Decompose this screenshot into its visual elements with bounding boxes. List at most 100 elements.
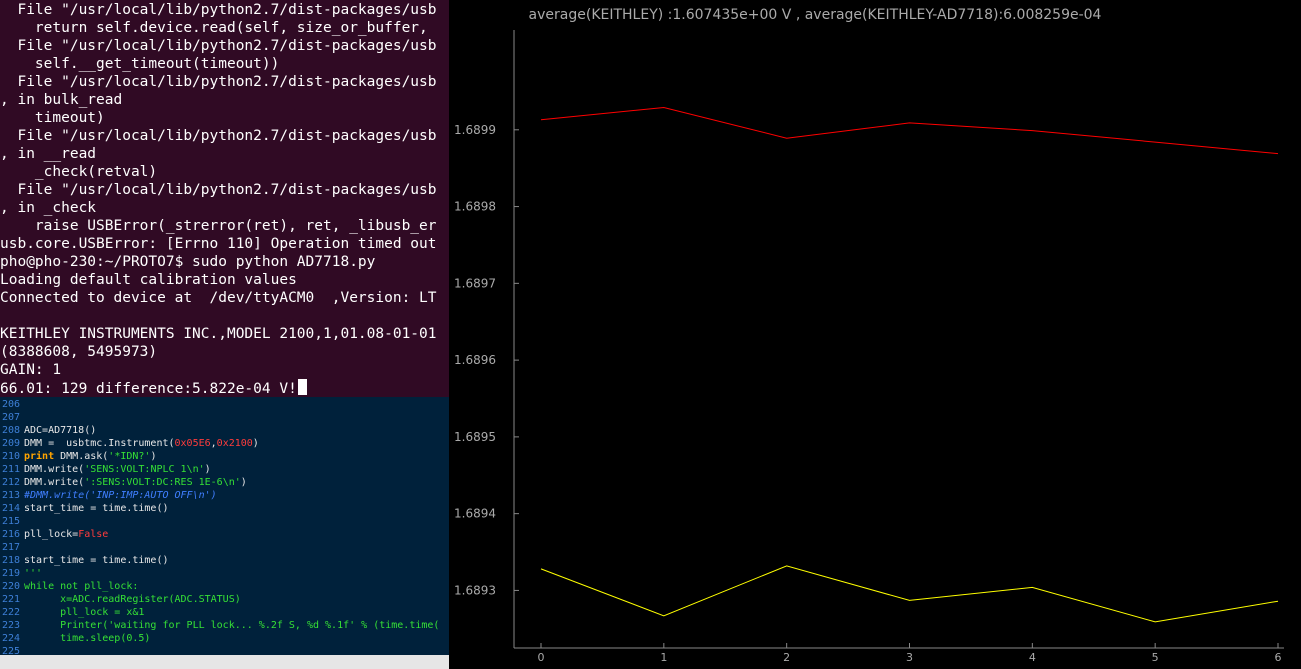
code-token: DMM = usbtmc.Instrument(: [24, 438, 175, 449]
x-tick-label: 3: [906, 651, 913, 664]
code-line: 207: [0, 411, 24, 424]
terminal-line: usb.core.USBError: [Errno 110] Operation…: [0, 236, 437, 252]
code-token: 0x2100: [216, 438, 253, 449]
terminal-line: , in __read: [0, 146, 97, 162]
line-number: 215: [1, 516, 20, 527]
series-line-1: [540, 106, 1279, 155]
line-number: 217: [1, 542, 20, 553]
code-token: ADC=AD7718(): [24, 425, 97, 436]
terminal-line: return self.device.read(self, size_or_bu…: [0, 20, 437, 36]
line-number: 214: [1, 503, 20, 514]
code-token: ): [204, 464, 211, 475]
code-text: x=ADC.readRegister(ADC.STATUS): [24, 594, 241, 605]
terminal-line: _check(retval): [0, 164, 158, 180]
code-line: 218 start_time = time.time(): [0, 554, 169, 567]
code-token: DMM.write(: [24, 464, 85, 475]
terminal-line: , in bulk_read: [0, 92, 123, 108]
terminal-window[interactable]: File "/usr/local/lib/python2.7/dist-pack…: [0, 0, 449, 397]
line-number: 224: [1, 633, 20, 644]
code-text: print DMM.ask('*IDN?'): [24, 451, 156, 462]
y-tick-label: 1.6896: [454, 353, 496, 367]
terminal-line: (8388608, 5495973): [0, 344, 158, 360]
code-text: #DMM.write('INP:IMP:AUTO OFF\n'): [24, 490, 217, 501]
code-line: 223 Printer('waiting for PLL lock... %.2…: [0, 619, 439, 632]
code-token: #DMM.write('INP:IMP:AUTO OFF\n'): [24, 490, 217, 501]
y-tick-label: 1.6895: [454, 430, 496, 444]
code-line: 216 pll_lock=False: [0, 528, 108, 541]
x-tick-label: 2: [783, 651, 790, 664]
code-text: DMM.write(':SENS:VOLT:DC:RES 1E-6\n'): [24, 477, 247, 488]
code-token: ':SENS:VOLT:DC:RES 1E-6\n': [84, 477, 241, 488]
code-line: 212 DMM.write(':SENS:VOLT:DC:RES 1E-6\n'): [0, 476, 247, 489]
y-tick-label: 1.6894: [454, 507, 496, 521]
code-text: pll_lock=False: [24, 529, 108, 540]
line-number: 213: [1, 490, 20, 501]
terminal-line: self.__get_timeout(timeout)): [0, 56, 280, 72]
line-number: 209: [1, 438, 20, 449]
code-text: ''': [24, 568, 42, 579]
y-tick-label: 1.6893: [454, 583, 496, 597]
terminal-line: raise USBError(_strerror(ret), ret, _lib…: [0, 218, 437, 234]
terminal-line: pho@pho-230:~/PROTO7$ sudo python AD7718…: [0, 254, 376, 270]
terminal-line: timeout): [0, 110, 105, 126]
y-tick-label: 1.6897: [454, 276, 496, 290]
code-token: pll_lock = x&1: [24, 607, 145, 618]
y-tick-label: 1.6899: [454, 123, 496, 137]
editor-status-strip: [0, 655, 449, 669]
code-text: time.sleep(0.5): [24, 633, 150, 644]
line-number: 211: [1, 464, 20, 475]
line-chart: average(KEITHLEY) :1.607435e+00 V , aver…: [454, 7, 1284, 664]
code-line: 219 ''': [0, 567, 42, 580]
code-token: pll_lock=: [24, 529, 79, 540]
code-token: ): [252, 438, 259, 449]
terminal-line: GAIN: 1: [0, 362, 62, 378]
chart-title: average(KEITHLEY) :1.607435e+00 V , aver…: [529, 7, 1102, 23]
code-text: while not pll_lock:: [24, 581, 138, 592]
terminal-line: KEITHLEY INSTRUMENTS INC.,MODEL 2100,1,0…: [0, 326, 437, 342]
code-text: start_time = time.time(): [24, 503, 169, 514]
terminal-line: File "/usr/local/lib/python2.7/dist-pack…: [0, 38, 437, 54]
line-number: 206: [1, 399, 20, 410]
plot-window[interactable]: average(KEITHLEY) :1.607435e+00 V , aver…: [449, 0, 1301, 669]
code-token: start_time = time.time(): [24, 555, 169, 566]
line-number: 218: [1, 555, 20, 566]
line-number: 221: [1, 594, 20, 605]
line-number: 212: [1, 477, 20, 488]
code-token: ''': [24, 568, 43, 579]
code-token: while not pll_lock:: [24, 581, 139, 592]
code-token: ): [150, 451, 157, 462]
code-line: 210 print DMM.ask('*IDN?'): [0, 450, 157, 463]
y-tick-label: 1.6898: [454, 200, 496, 214]
line-number: 222: [1, 607, 20, 618]
line-number: 210: [1, 451, 20, 462]
code-text: Printer('waiting for PLL lock... %.2f S,…: [24, 620, 439, 631]
code-line: 213 #DMM.write('INP:IMP:AUTO OFF\n'): [0, 489, 217, 502]
code-line: 224 time.sleep(0.5): [0, 632, 151, 645]
code-line: 208 ADC=AD7718(): [0, 424, 96, 437]
code-editor-pane[interactable]: 206 207 208 ADC=AD7718() 209 DMM = usbtmc.Ins…: [0, 397, 449, 669]
code-text: DMM.write('SENS:VOLT:NPLC 1\n'): [24, 464, 211, 475]
code-token: 0x05E6: [174, 438, 211, 449]
code-line: 209 DMM = usbtmc.Instrument(0x05E6,0x2100…: [0, 437, 259, 450]
terminal-line: File "/usr/local/lib/python2.7/dist-pack…: [0, 182, 437, 198]
code-line: 221 x=ADC.readRegister(ADC.STATUS): [0, 593, 241, 606]
code-token: print: [24, 451, 55, 462]
line-number: 220: [1, 581, 20, 592]
line-number: 216: [1, 529, 20, 540]
x-tick-label: 1: [660, 651, 667, 664]
x-tick-label: 0: [538, 651, 545, 664]
code-token: start_time = time.time(): [24, 503, 169, 514]
terminal-line: 66.01: 129 difference:5.822e-04 V!: [0, 379, 307, 397]
x-tick-label: 6: [1275, 651, 1282, 664]
code-text: DMM = usbtmc.Instrument(0x05E6,0x2100): [24, 438, 259, 449]
code-text: start_time = time.time(): [24, 555, 169, 566]
x-tick-label: 5: [1152, 651, 1159, 664]
terminal-line: , in _check: [0, 200, 97, 216]
terminal-line: File "/usr/local/lib/python2.7/dist-pack…: [0, 2, 437, 18]
code-line: 211 DMM.write('SENS:VOLT:NPLC 1\n'): [0, 463, 211, 476]
code-line: 215: [0, 515, 24, 528]
terminal-line: File "/usr/local/lib/python2.7/dist-pack…: [0, 128, 437, 144]
terminal-cursor: [297, 379, 307, 395]
code-token: DMM.ask(: [54, 451, 109, 462]
code-token: Printer('waiting for PLL lock... %.2f S,…: [24, 620, 440, 631]
